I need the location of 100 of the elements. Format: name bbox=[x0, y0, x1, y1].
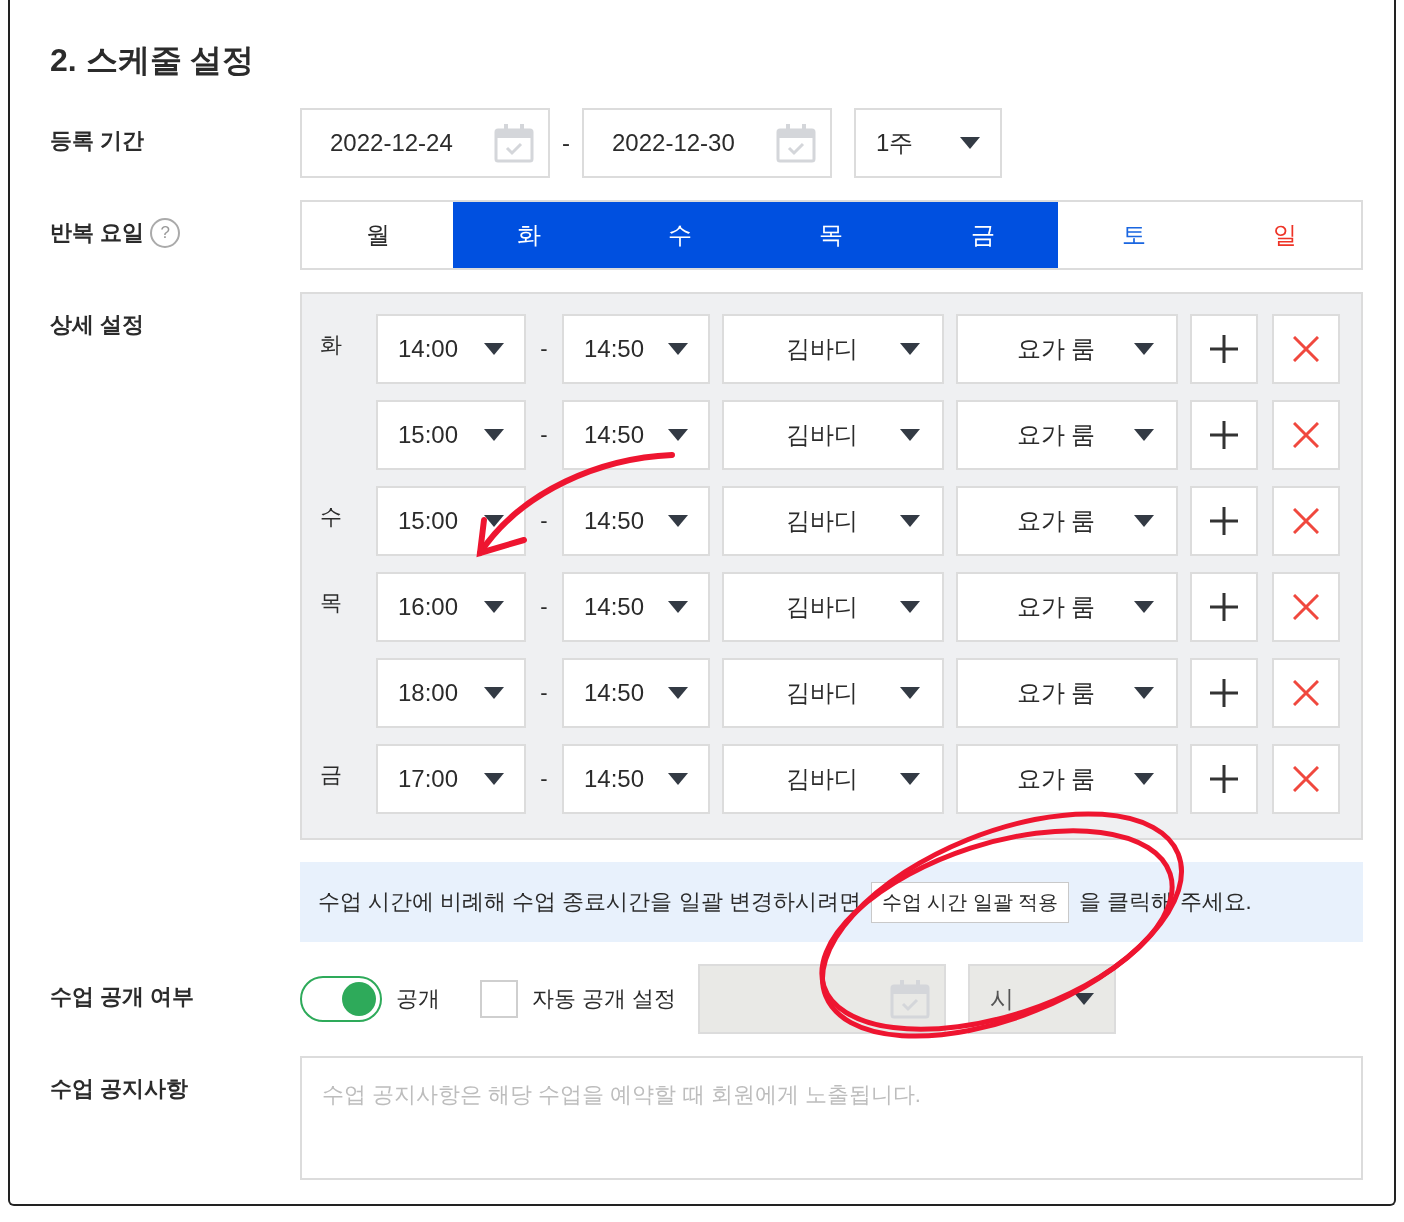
delete-button[interactable] bbox=[1272, 572, 1340, 642]
instructor-dropdown[interactable]: 김바디 bbox=[722, 400, 944, 470]
caret-icon bbox=[668, 515, 688, 527]
section-title: 2. 스케줄 설정 bbox=[50, 41, 256, 80]
caret-icon bbox=[1134, 687, 1154, 699]
add-button[interactable] bbox=[1190, 744, 1258, 814]
end-time-dropdown[interactable]: 14:50 bbox=[562, 658, 710, 728]
room-dropdown[interactable]: 요가 룸 bbox=[956, 572, 1178, 642]
caret-icon bbox=[484, 343, 504, 355]
caret-icon bbox=[1074, 993, 1095, 1005]
delete-button[interactable] bbox=[1272, 486, 1340, 556]
day-label: 수 bbox=[320, 504, 342, 529]
toggle-switch[interactable] bbox=[300, 976, 382, 1022]
delete-button[interactable] bbox=[1272, 400, 1340, 470]
end-time-dropdown[interactable]: 14:50 bbox=[562, 400, 710, 470]
start-time-dropdown[interactable]: 17:00 bbox=[376, 744, 526, 814]
delete-button[interactable] bbox=[1272, 314, 1340, 384]
close-icon bbox=[1293, 508, 1319, 534]
weekday-tab[interactable]: 일 bbox=[1209, 202, 1361, 268]
notice-field[interactable]: 수업 공지사항은 해당 수업을 예약할 때 회원에게 노출됩니다. bbox=[300, 1056, 1363, 1180]
caret-icon bbox=[668, 429, 688, 441]
end-time-dropdown[interactable]: 14:50 bbox=[562, 486, 710, 556]
caret-icon bbox=[668, 773, 688, 785]
end-time-dropdown[interactable]: 14:50 bbox=[562, 572, 710, 642]
start-time-dropdown[interactable]: 14:00 bbox=[376, 314, 526, 384]
caret-icon bbox=[900, 429, 920, 441]
range-separator: - bbox=[539, 766, 549, 792]
close-icon bbox=[1293, 766, 1319, 792]
close-icon bbox=[1293, 680, 1319, 706]
field-label: 반복 요일 bbox=[50, 219, 145, 247]
room-dropdown[interactable]: 요가 룸 bbox=[956, 314, 1178, 384]
info-text: 수업 시간에 비례해 수업 종료시간을 일괄 변경하시려면 bbox=[318, 888, 861, 916]
start-time-dropdown[interactable]: 15:00 bbox=[376, 400, 526, 470]
caret-icon bbox=[900, 687, 920, 699]
delete-button[interactable] bbox=[1272, 658, 1340, 728]
room-dropdown[interactable]: 요가 룸 bbox=[956, 486, 1178, 556]
instructor-dropdown[interactable]: 김바디 bbox=[722, 314, 944, 384]
plus-icon bbox=[1209, 764, 1239, 794]
add-button[interactable] bbox=[1190, 658, 1258, 728]
weekday-tab[interactable]: 월 bbox=[302, 202, 454, 268]
caret-icon bbox=[668, 601, 688, 613]
room-dropdown[interactable]: 요가 룸 bbox=[956, 400, 1178, 470]
start-date-field[interactable]: 2022-12-24 bbox=[300, 108, 550, 178]
plus-icon bbox=[1209, 334, 1239, 364]
checkbox-label: 자동 공개 설정 bbox=[532, 985, 677, 1013]
calendar-icon bbox=[494, 123, 534, 163]
add-button[interactable] bbox=[1190, 314, 1258, 384]
weekday-tab[interactable]: 토 bbox=[1058, 202, 1210, 268]
end-time-dropdown[interactable]: 14:50 bbox=[562, 314, 710, 384]
weekday-tab[interactable]: 목 bbox=[755, 202, 908, 268]
caret-icon bbox=[484, 601, 504, 613]
checkbox[interactable] bbox=[480, 980, 518, 1018]
caret-icon bbox=[668, 687, 688, 699]
range-separator: - bbox=[539, 680, 549, 706]
range-separator: - bbox=[539, 594, 549, 620]
caret-icon bbox=[1134, 429, 1154, 441]
weekday-tab[interactable]: 화 bbox=[453, 202, 605, 268]
duration-dropdown[interactable]: 1주 bbox=[854, 108, 1002, 178]
close-icon bbox=[1293, 594, 1319, 620]
field-label: 등록 기간 bbox=[50, 127, 146, 155]
end-date-field[interactable]: 2022-12-30 bbox=[582, 108, 832, 178]
caret-icon bbox=[484, 687, 504, 699]
field-label: 수업 공지사항 bbox=[50, 1075, 190, 1103]
caret-icon bbox=[1134, 515, 1154, 527]
weekday-tab[interactable]: 수 bbox=[604, 202, 756, 268]
range-separator: - bbox=[539, 336, 549, 362]
caret-icon bbox=[900, 343, 920, 355]
add-button[interactable] bbox=[1190, 486, 1258, 556]
add-button[interactable] bbox=[1190, 572, 1258, 642]
plus-icon bbox=[1209, 592, 1239, 622]
toggle-label: 공개 bbox=[396, 985, 440, 1013]
start-time-dropdown[interactable]: 16:00 bbox=[376, 572, 526, 642]
room-dropdown[interactable]: 요가 룸 bbox=[956, 658, 1178, 728]
instructor-dropdown[interactable]: 김바디 bbox=[722, 658, 944, 728]
range-separator: - bbox=[539, 422, 549, 448]
weekday-tab[interactable]: 금 bbox=[907, 202, 1059, 268]
instructor-dropdown[interactable]: 김바디 bbox=[722, 486, 944, 556]
close-icon bbox=[1293, 336, 1319, 362]
caret-icon bbox=[900, 515, 920, 527]
caret-icon bbox=[1134, 601, 1154, 613]
caret-icon bbox=[960, 137, 980, 149]
end-time-dropdown[interactable]: 14:50 bbox=[562, 744, 710, 814]
plus-icon bbox=[1209, 420, 1239, 450]
start-time-dropdown[interactable]: 18:00 bbox=[376, 658, 526, 728]
start-time-dropdown[interactable]: 15:00 bbox=[376, 486, 526, 556]
caret-icon bbox=[668, 343, 688, 355]
caret-icon bbox=[1134, 773, 1154, 785]
plus-icon bbox=[1209, 506, 1239, 536]
room-dropdown[interactable]: 요가 룸 bbox=[956, 744, 1178, 814]
instructor-dropdown[interactable]: 김바디 bbox=[722, 744, 944, 814]
range-separator: - bbox=[561, 129, 571, 157]
apply-time-button[interactable]: 수업 시간 일괄 적용 bbox=[870, 881, 1070, 923]
day-label: 목 bbox=[320, 590, 342, 615]
add-button[interactable] bbox=[1190, 400, 1258, 470]
caret-icon bbox=[484, 429, 504, 441]
delete-button[interactable] bbox=[1272, 744, 1340, 814]
field-label: 수업 공개 여부 bbox=[50, 983, 196, 1011]
instructor-dropdown[interactable]: 김바디 bbox=[722, 572, 944, 642]
range-separator: - bbox=[539, 508, 549, 534]
caret-icon bbox=[1134, 343, 1154, 355]
